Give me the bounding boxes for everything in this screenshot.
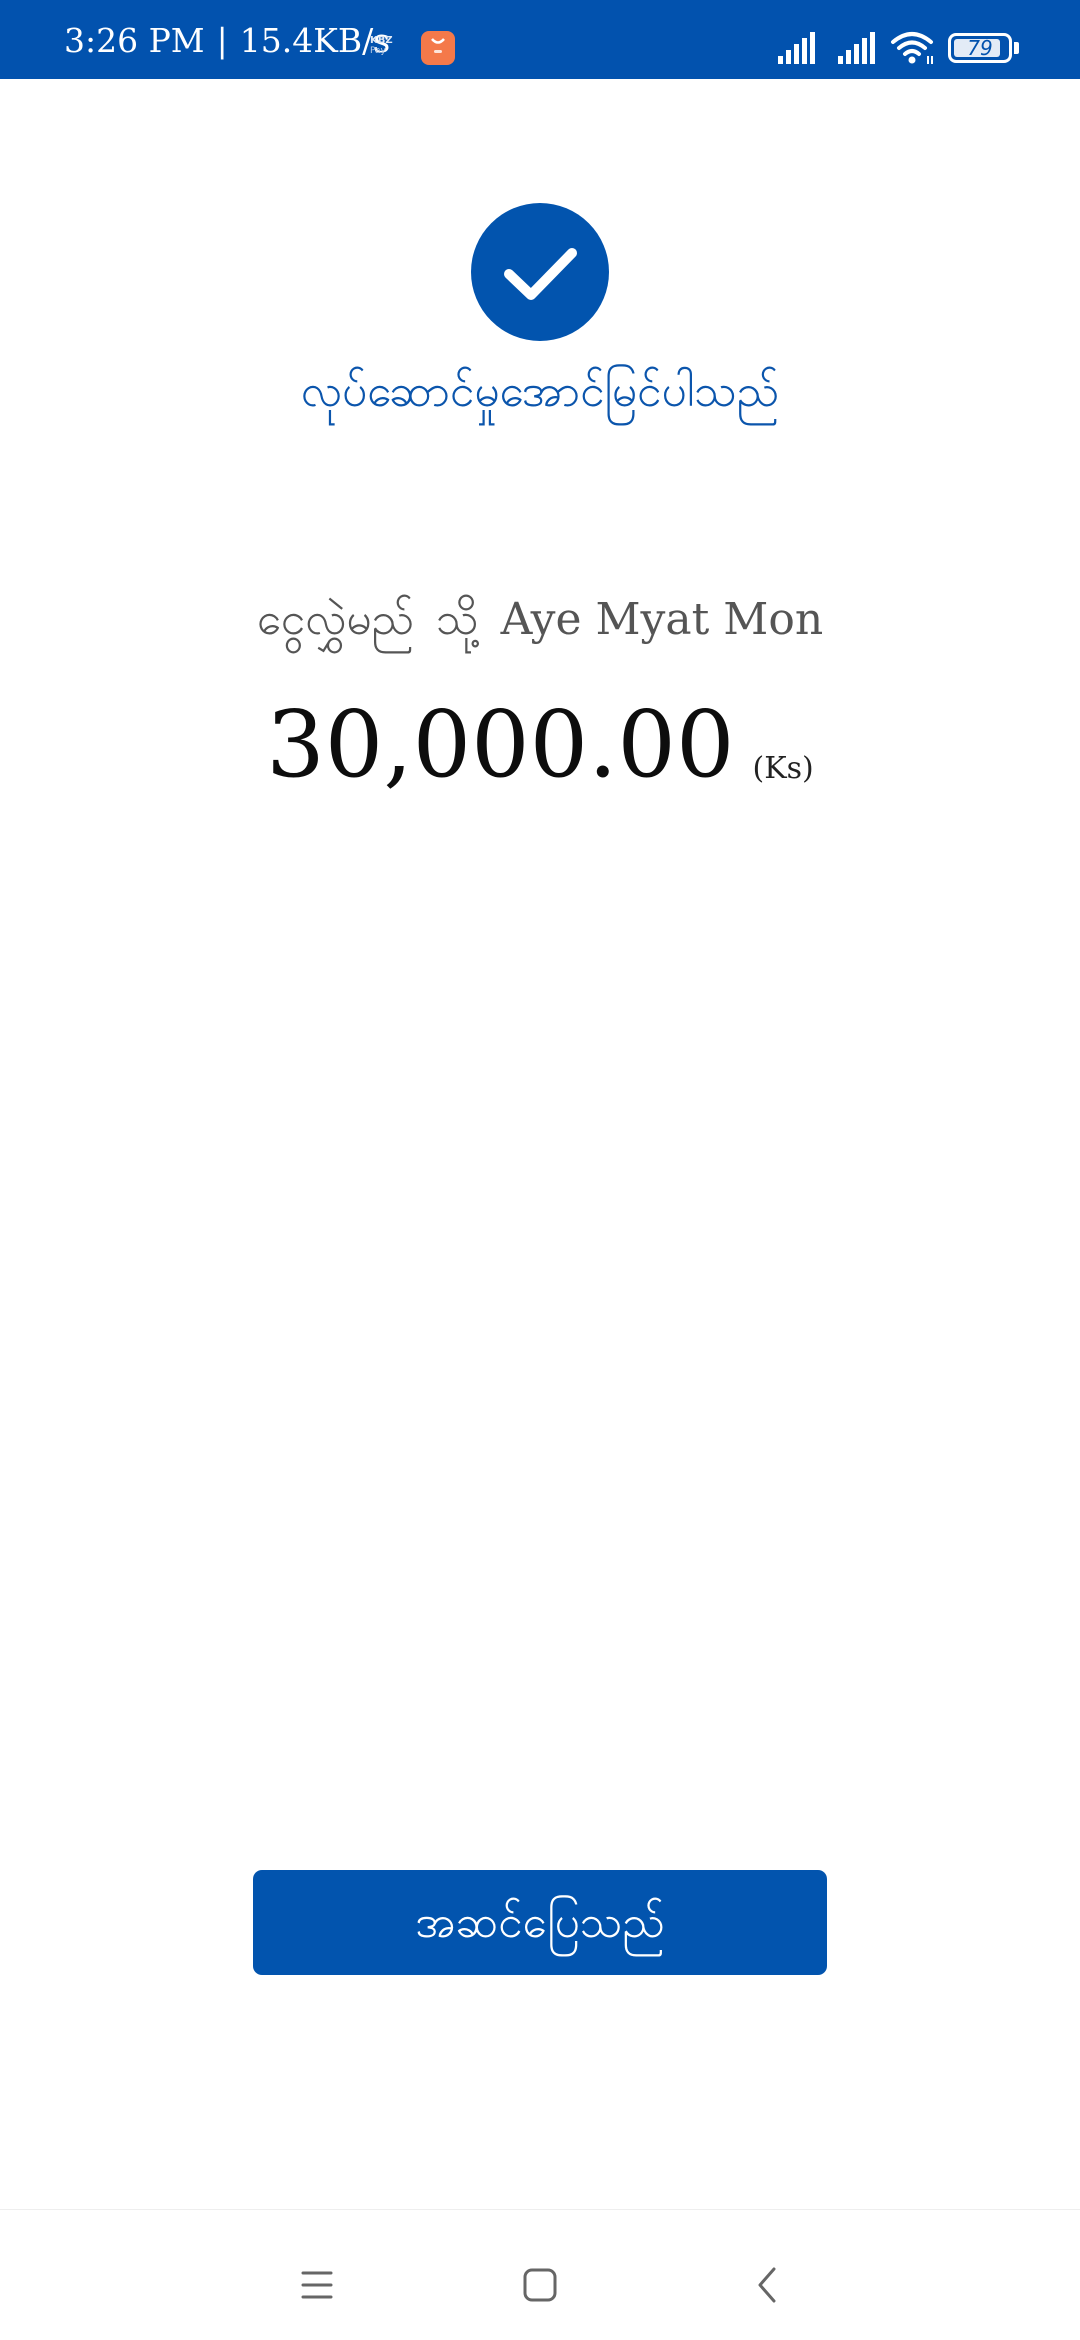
kbz-sub-label: Pay <box>370 46 386 56</box>
signal-2-icon <box>838 32 875 64</box>
recipient-line: ငွေလွှဲမည် သို့ Aye Myat Mon <box>0 588 1080 652</box>
system-nav-bar <box>0 2209 1080 2340</box>
success-check-icon <box>471 203 609 341</box>
back-chevron-icon[interactable] <box>748 2265 788 2305</box>
transfer-label: ငွေလွှဲမည် <box>256 594 415 645</box>
battery-level-text: 79 <box>967 36 993 60</box>
home-square-icon[interactable] <box>520 2265 560 2305</box>
transfer-to-text: သို့ <box>436 594 479 645</box>
status-time-speed: 3:26 PM | 15.4KB/s <box>64 22 390 60</box>
amount-line: 30,000.00 (Ks) <box>0 690 1080 800</box>
mi-app-notification-icon <box>421 31 455 65</box>
status-separator: | <box>216 21 228 60</box>
status-time: 3:26 PM <box>64 21 205 60</box>
transfer-success-screen: 3:26 PM | 15.4KB/s KBZ Pay 79 လုပ်ဆောင်မ… <box>0 0 1080 2340</box>
amount-value: 30,000.00 <box>266 691 735 798</box>
network-speed: 15.4KB/s <box>239 21 391 60</box>
battery-tip <box>1014 42 1019 54</box>
menu-icon[interactable] <box>297 2265 337 2305</box>
wifi-icon <box>891 32 933 64</box>
kbz-label: KBZ <box>370 35 393 46</box>
status-bar: 3:26 PM | 15.4KB/s KBZ Pay 79 <box>0 0 1080 79</box>
done-button[interactable]: အဆင်ပြေသည် <box>253 1870 827 1975</box>
signal-1-icon <box>778 32 815 64</box>
amount-currency: (Ks) <box>752 751 814 786</box>
battery-icon: 79 <box>948 33 1012 63</box>
success-title: လုပ်ဆောင်မှုအောင်မြင်ပါသည် <box>300 366 780 417</box>
status-right-icons <box>760 0 1080 79</box>
recipient-name: Aye Myat Mon <box>500 594 824 645</box>
kbz-pay-notification-icon: KBZ Pay <box>370 36 404 58</box>
